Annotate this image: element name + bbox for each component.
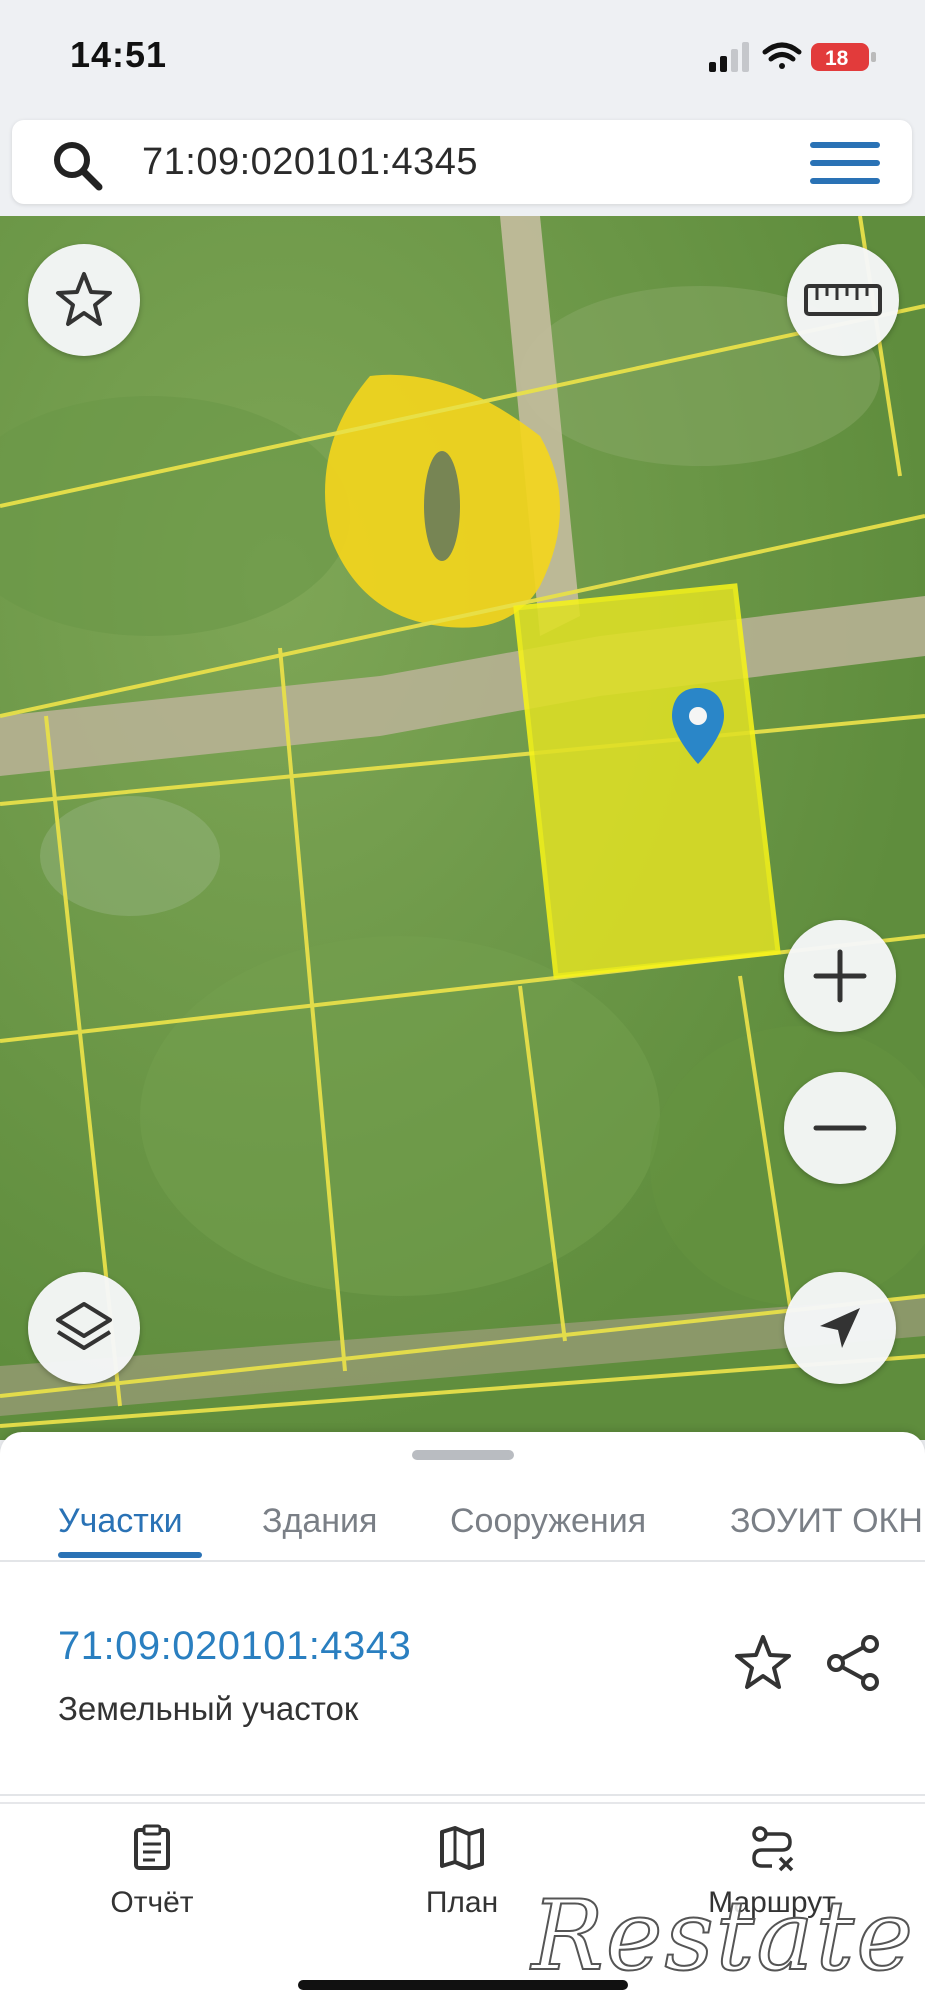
search-bar <box>12 120 912 204</box>
map-plan-icon <box>440 1826 484 1870</box>
status-icons: 18 <box>681 38 891 74</box>
category-tabs: Участки Здания Сооружения ЗОУИТ ОКН <box>0 1462 925 1562</box>
wifi-icon <box>762 42 802 69</box>
status-bar: 14:51 18 <box>0 0 925 110</box>
ruler-icon <box>804 284 882 316</box>
satellite-map[interactable] <box>0 216 925 1440</box>
signal-icon <box>709 42 749 72</box>
tab-buildings[interactable]: Здания <box>262 1502 377 1541</box>
watermark-logo: Restate <box>530 1879 915 1993</box>
map-view[interactable] <box>0 216 925 1440</box>
search-icon[interactable] <box>50 138 104 192</box>
tab-parcels[interactable]: Участки <box>58 1502 183 1541</box>
search-input[interactable] <box>142 134 782 190</box>
layers-button[interactable] <box>28 1272 140 1384</box>
svg-text:18: 18 <box>825 47 849 70</box>
ruler-button[interactable] <box>787 244 899 356</box>
plus-icon <box>813 949 867 1003</box>
active-tab-indicator <box>58 1552 202 1558</box>
zoom-out-button[interactable] <box>784 1072 896 1184</box>
battery-icon: 18 <box>811 43 876 71</box>
divider <box>0 1794 925 1796</box>
route-icon <box>752 1826 794 1872</box>
locate-button[interactable] <box>784 1272 896 1384</box>
parcel-number-link[interactable]: 71:09:020101:4343 <box>58 1624 411 1669</box>
zoom-in-button[interactable] <box>784 920 896 1032</box>
sheet-handle[interactable] <box>412 1450 514 1460</box>
favorite-map-button[interactable] <box>28 244 140 356</box>
nav-report[interactable]: Отчёт <box>52 1824 252 1944</box>
nav-report-label: Отчёт <box>110 1886 194 1919</box>
tab-structures[interactable]: Сооружения <box>450 1502 646 1541</box>
share-icon[interactable] <box>822 1632 884 1694</box>
results-sheet: Участки Здания Сооружения ЗОУИТ ОКН 71:0… <box>0 1432 925 1802</box>
status-time: 14:51 <box>70 34 168 75</box>
parcel-type: Земельный участок <box>58 1690 359 1727</box>
star-icon <box>56 272 112 326</box>
layers-icon <box>56 1302 112 1350</box>
navigation-arrow-icon <box>820 1308 860 1348</box>
menu-icon[interactable] <box>810 138 880 188</box>
minus-icon <box>813 1125 867 1131</box>
star-icon[interactable] <box>732 1632 794 1694</box>
tab-zouit[interactable]: ЗОУИТ ОКН <box>730 1502 923 1541</box>
report-clipboard-icon <box>134 1824 170 1870</box>
